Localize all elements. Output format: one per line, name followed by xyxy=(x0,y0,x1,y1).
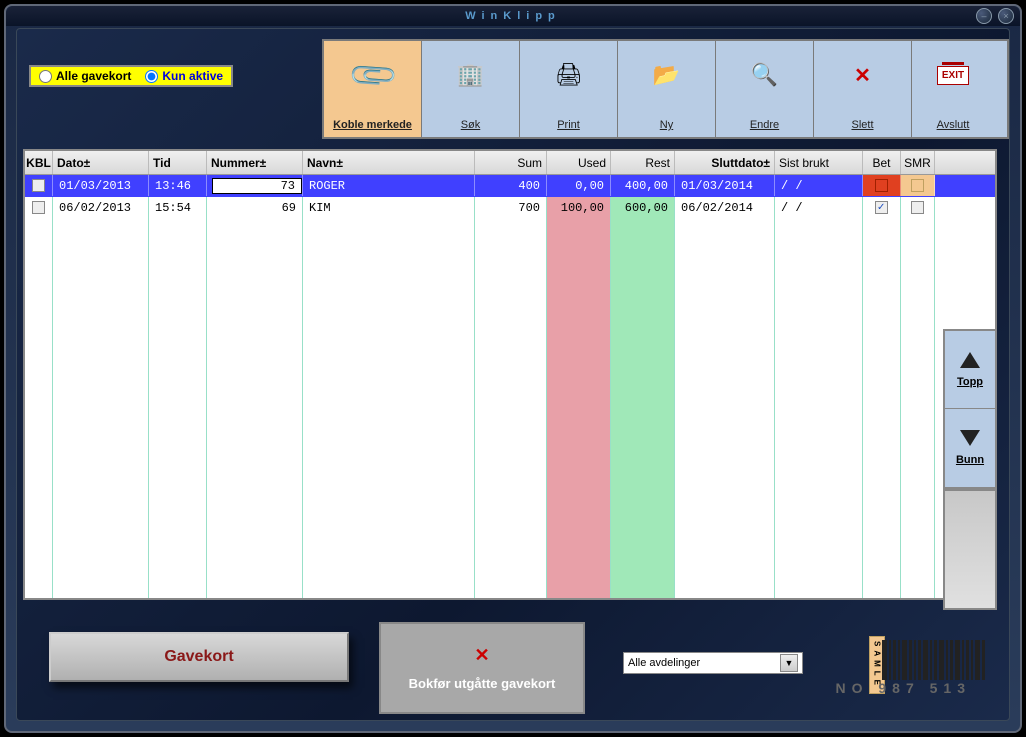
koble-button[interactable]: 📎 Koble merkede xyxy=(324,41,422,137)
filter-box: Alle gavekort Kun aktive xyxy=(29,65,233,87)
chevron-down-icon: ▼ xyxy=(780,654,798,672)
x-icon: ✕ xyxy=(474,645,489,666)
slett-button[interactable]: ✕ Slett xyxy=(814,41,912,137)
filter-all-label: Alle gavekort xyxy=(56,69,131,83)
endre-button[interactable]: 🔍 Endre xyxy=(716,41,814,137)
vat-number: NO 987 513 xyxy=(836,680,972,696)
cell-dato: 06/02/2013 xyxy=(53,197,149,218)
search-icon: 🏢 xyxy=(457,55,484,95)
app-title: WinKlipp xyxy=(465,10,561,22)
cell-tid: 13:46 xyxy=(149,175,207,196)
cell-kbl[interactable] xyxy=(25,175,53,196)
avslutt-button[interactable]: EXIT Avslutt xyxy=(912,41,994,137)
filter-all-radio[interactable]: Alle gavekort xyxy=(39,69,131,83)
toolbar: 📎 Koble merkede 🏢 Søk 🖨 Print 📂 Ny 🔍 End… xyxy=(322,39,1009,139)
window-buttons: – × xyxy=(976,8,1014,24)
topp-button[interactable]: Topp xyxy=(945,331,995,409)
cell-bet[interactable] xyxy=(863,197,901,218)
table-row[interactable]: 01/03/2013 13:46 ROGER 400 0,00 400,00 0… xyxy=(25,175,995,197)
cell-sistbrukt: / / xyxy=(775,197,863,218)
filter-active-label: Kun aktive xyxy=(162,69,223,83)
col-sum[interactable]: Sum xyxy=(475,151,547,174)
cell-sum: 700 xyxy=(475,197,547,218)
cell-rest: 600,00 xyxy=(611,197,675,218)
paperclip-icon: 📎 xyxy=(353,55,393,95)
body: Alle gavekort Kun aktive 📎 Koble merkede… xyxy=(16,28,1010,721)
gavekort-button[interactable]: Gavekort xyxy=(49,632,349,682)
cell-used: 0,00 xyxy=(547,175,611,196)
cell-used: 100,00 xyxy=(547,197,611,218)
delete-icon: ✕ xyxy=(854,55,871,95)
scroll-panel: Topp Bunn xyxy=(943,329,997,489)
col-navn[interactable]: Navn± xyxy=(303,151,475,174)
arrow-down-icon xyxy=(960,430,980,446)
gavekort-table: KBL Dato± Tid Nummer± Navn± Sum Used Res… xyxy=(23,149,997,600)
topp-label: Topp xyxy=(957,376,983,388)
cell-sluttdato: 01/03/2014 xyxy=(675,175,775,196)
checkbox-icon[interactable] xyxy=(32,179,45,192)
title-bar: WinKlipp – × xyxy=(6,6,1020,26)
bunn-button[interactable]: Bunn xyxy=(945,409,995,487)
cell-tid: 15:54 xyxy=(149,197,207,218)
rows: 01/03/2013 13:46 ROGER 400 0,00 400,00 0… xyxy=(25,175,995,219)
print-button[interactable]: 🖨 Print xyxy=(520,41,618,137)
bokfor-label: Bokfør utgåtte gavekort xyxy=(409,676,556,691)
cell-navn: KIM xyxy=(303,197,475,218)
cell-navn: ROGER xyxy=(303,175,475,196)
rest-column-bg xyxy=(611,175,675,598)
ny-button[interactable]: 📂 Ny xyxy=(618,41,716,137)
magnifier-icon: 🔍 xyxy=(751,55,778,95)
table-header: KBL Dato± Tid Nummer± Navn± Sum Used Res… xyxy=(25,151,995,175)
cell-nummer: 69 xyxy=(207,197,303,218)
column-gridlines xyxy=(25,175,995,598)
bunn-label: Bunn xyxy=(956,454,984,466)
exit-icon: EXIT xyxy=(937,55,969,95)
cell-rest: 400,00 xyxy=(611,175,675,196)
col-tid[interactable]: Tid xyxy=(149,151,207,174)
checkbox-icon[interactable] xyxy=(875,179,888,192)
printer-icon: 🖨 xyxy=(555,55,583,95)
folder-open-icon: 📂 xyxy=(653,55,680,95)
col-rest[interactable]: Rest xyxy=(611,151,675,174)
col-bet[interactable]: Bet xyxy=(863,151,901,174)
minimize-button[interactable]: – xyxy=(976,8,992,24)
cell-bet[interactable] xyxy=(863,175,901,196)
barcode xyxy=(882,636,985,680)
bokfor-button[interactable]: ✕ Bokfør utgåtte gavekort xyxy=(379,622,585,714)
cell-sluttdato: 06/02/2014 xyxy=(675,197,775,218)
checkbox-icon[interactable] xyxy=(875,201,888,214)
gavekort-label: Gavekort xyxy=(164,648,233,666)
filter-active-radio[interactable]: Kun aktive xyxy=(145,69,223,83)
col-sluttdato[interactable]: Sluttdato± xyxy=(675,151,775,174)
cell-smr[interactable] xyxy=(901,175,935,196)
col-smr[interactable]: SMR xyxy=(901,151,935,174)
checkbox-icon[interactable] xyxy=(911,179,924,192)
col-sistbrukt[interactable]: Sist brukt xyxy=(775,151,863,174)
cell-smr[interactable] xyxy=(901,197,935,218)
department-value: Alle avdelinger xyxy=(628,657,700,669)
cell-kbl[interactable] xyxy=(25,197,53,218)
cell-nummer[interactable] xyxy=(207,175,303,196)
table-row[interactable]: 06/02/2013 15:54 69 KIM 700 100,00 600,0… xyxy=(25,197,995,219)
app-window: WinKlipp – × Alle gavekort Kun aktive 📎 … xyxy=(4,4,1022,733)
col-kbl[interactable]: KBL xyxy=(25,151,53,174)
col-nummer[interactable]: Nummer± xyxy=(207,151,303,174)
cell-dato: 01/03/2013 xyxy=(53,175,149,196)
sok-button[interactable]: 🏢 Søk xyxy=(422,41,520,137)
close-button[interactable]: × xyxy=(998,8,1014,24)
nummer-input[interactable] xyxy=(212,178,302,194)
arrow-up-icon xyxy=(960,352,980,368)
col-dato[interactable]: Dato± xyxy=(53,151,149,174)
used-column-bg xyxy=(547,175,611,598)
side-decoration xyxy=(943,489,997,610)
col-used[interactable]: Used xyxy=(547,151,611,174)
checkbox-icon[interactable] xyxy=(911,201,924,214)
cell-sistbrukt: / / xyxy=(775,175,863,196)
bottom-panel: Gavekort ✕ Bokfør utgåtte gavekort Alle … xyxy=(23,610,997,716)
department-select[interactable]: Alle avdelinger ▼ xyxy=(623,652,803,674)
cell-sum: 400 xyxy=(475,175,547,196)
checkbox-icon[interactable] xyxy=(32,201,45,214)
